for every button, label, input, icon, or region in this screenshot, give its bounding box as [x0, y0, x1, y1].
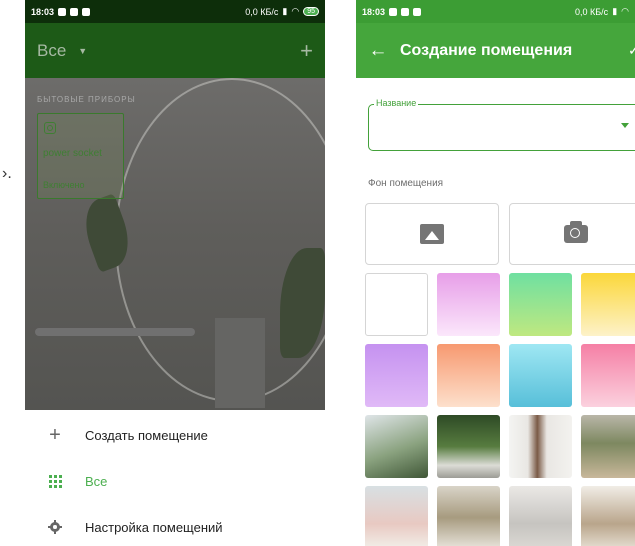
notification-icon — [389, 7, 398, 16]
background-swatch-white[interactable] — [365, 273, 428, 336]
device-status: Включено — [43, 180, 85, 190]
background-swatch-purple[interactable] — [365, 344, 428, 407]
bottom-sheet: + Создать помещение Все Настройка помеще… — [25, 410, 325, 546]
add-icon[interactable]: + — [300, 38, 313, 64]
status-bar: 18:03 0,0 КБ/с ▮ ◠ 95 — [25, 0, 325, 23]
notification-icon — [413, 7, 422, 16]
status-bar: 18:03 0,0 КБ/с ▮ ◠ — [356, 0, 635, 23]
status-time: 18:03 — [362, 6, 386, 17]
background-swatch-green[interactable] — [509, 273, 572, 336]
background-photo-patio[interactable] — [365, 415, 428, 478]
network-speed: 0,0 КБ/с — [575, 6, 609, 17]
wifi-icon: ◠ — [621, 6, 629, 16]
table-decor — [35, 328, 195, 336]
background-photo-kids-room[interactable] — [365, 486, 428, 546]
background-swatch-yellow[interactable] — [581, 273, 635, 336]
plus-icon: + — [49, 423, 61, 446]
background-photo-bedroom[interactable] — [509, 486, 572, 546]
wifi-icon: ◠ — [291, 6, 300, 16]
signal-icon: ▮ — [612, 6, 618, 16]
dropdown-arrow-icon[interactable] — [621, 123, 629, 128]
create-room-item[interactable]: + Создать помещение — [25, 412, 325, 458]
room-settings-item[interactable]: Настройка помещений — [25, 504, 325, 546]
background-photo-garden[interactable] — [437, 415, 500, 478]
notification-icon — [70, 7, 79, 16]
left-phone-screen: 18:03 0,0 КБ/с ▮ ◠ 95 Все ▼ + БЫТОВЫЕ ПР… — [25, 0, 325, 546]
background-photo-living-room[interactable] — [437, 486, 500, 546]
network-speed: 0,0 КБ/с — [245, 6, 279, 17]
all-rooms-item[interactable]: Все — [25, 458, 325, 504]
device-card[interactable]: power socket Включено — [37, 113, 124, 199]
room-name-input[interactable] — [377, 119, 611, 139]
background-swatch-pink[interactable] — [581, 344, 635, 407]
camera-icon — [564, 221, 588, 243]
background-swatch-peach[interactable] — [437, 344, 500, 407]
notification-icon — [401, 7, 410, 16]
sheet-item-label: Все — [85, 473, 108, 489]
page-title: Создание помещения — [400, 41, 573, 59]
image-icon — [420, 224, 444, 244]
arrow-between-screens: ›. — [2, 165, 12, 182]
section-label: БЫТОВЫЕ ПРИБОРЫ — [37, 95, 136, 104]
top-app-bar: ← Создание помещения ✓ — [356, 23, 635, 78]
power-socket-icon — [44, 122, 56, 134]
signal-icon: ▮ — [282, 6, 288, 16]
notification-icon — [82, 7, 91, 16]
field-label: Название — [374, 98, 419, 108]
background-swatch-cyan[interactable] — [509, 344, 572, 407]
top-app-bar: Все ▼ + — [25, 23, 325, 78]
room-selector[interactable]: Все — [37, 41, 66, 61]
device-name: power socket — [43, 148, 102, 159]
pick-image-button[interactable] — [365, 203, 499, 265]
battery-icon: 95 — [303, 7, 319, 16]
background-photo-shelf[interactable] — [581, 415, 635, 478]
take-photo-button[interactable] — [509, 203, 635, 265]
gear-icon — [25, 520, 85, 534]
status-time: 18:03 — [31, 6, 55, 17]
background-swatch-pink-lilac[interactable] — [437, 273, 500, 336]
sheet-item-label: Настройка помещений — [85, 519, 223, 535]
sheet-item-label: Создать помещение — [85, 427, 208, 443]
chair-decor — [215, 318, 265, 408]
grid-icon — [25, 474, 85, 488]
notification-icon — [58, 7, 67, 16]
check-icon[interactable]: ✓ — [628, 42, 635, 59]
chevron-down-icon[interactable]: ▼ — [78, 46, 87, 56]
right-phone-screen: 18:03 0,0 КБ/с ▮ ◠ ← Создание помещения … — [356, 0, 635, 546]
background-photo-balcony[interactable] — [509, 415, 572, 478]
background-section-label: Фон помещения — [368, 178, 444, 189]
room-name-field[interactable]: Название — [368, 98, 635, 151]
background-photo-interior[interactable] — [581, 486, 635, 546]
back-arrow-icon[interactable]: ← — [356, 40, 400, 62]
